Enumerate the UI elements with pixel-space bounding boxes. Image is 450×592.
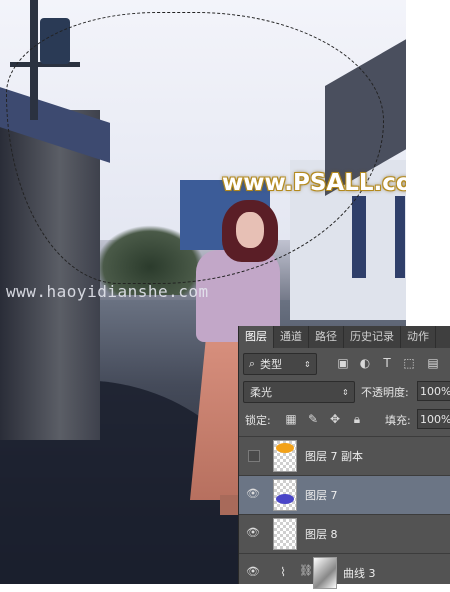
layer-row[interactable]: 图层 7 副本: [239, 436, 450, 475]
layer-thumbnail: [273, 479, 297, 511]
lock-position-icon[interactable]: ✥: [327, 410, 343, 428]
image-filter-icon[interactable]: ▣: [335, 355, 351, 371]
layers-list: 图层 7 副本 👁︎ 图层 7 👁︎ 图层 8 👁︎ ⌇ ⛓︎ 曲线 3: [239, 436, 450, 592]
thumb-fill: [276, 443, 294, 453]
curves-adjustment-icon: ⌇: [280, 565, 286, 579]
visibility-toggle-off[interactable]: [248, 450, 260, 462]
lock-transparency-icon[interactable]: ▦: [283, 410, 299, 428]
house-window: [395, 196, 405, 278]
tab-actions[interactable]: 动作: [401, 326, 436, 348]
thumb-fill: [276, 494, 294, 504]
filter-kind-label: 类型: [260, 358, 282, 371]
layer-row[interactable]: 👁︎ 图层 7: [239, 475, 450, 514]
blend-mode-label: 柔光: [250, 386, 272, 399]
eye-icon[interactable]: 👁︎: [245, 486, 261, 502]
shape-filter-icon[interactable]: ⬚: [401, 355, 417, 371]
layer-row[interactable]: 👁︎ 图层 8: [239, 514, 450, 553]
filter-row: ⌕ 类型 ⇕ ▣ ◐ T ⬚ ▤: [239, 352, 450, 376]
lock-label: 锁定:: [245, 414, 271, 427]
layer-row[interactable]: 👁︎ ⌇ ⛓︎ 曲线 3: [239, 553, 450, 592]
blend-row: 柔光 ⇕ 不透明度: 100%: [239, 380, 450, 404]
site-watermark: www.haoyidianshe.com: [6, 282, 209, 301]
layer-thumbnail: [273, 518, 297, 550]
opacity-input[interactable]: 100%: [417, 381, 450, 401]
eye-icon[interactable]: 👁︎: [245, 564, 261, 580]
fill-label: 填充:: [385, 414, 411, 427]
layer-name: 图层 7 副本: [305, 450, 363, 463]
lock-row: 锁定: ▦ ✎ ✥ 🔒︎ 填充: 100%: [239, 408, 450, 432]
tab-channels[interactable]: 通道: [274, 326, 309, 348]
lock-pixels-icon[interactable]: ✎: [305, 410, 321, 428]
layer-name: 曲线 3: [343, 567, 376, 580]
chevron-updown-icon: ⇕: [304, 359, 311, 369]
fill-input[interactable]: 100%: [417, 409, 450, 429]
opacity-label: 不透明度:: [361, 386, 409, 399]
layer-thumbnail: [273, 440, 297, 472]
layers-panel: 图层 通道 路径 历史记录 动作 ⌕ 类型 ⇕ ▣ ◐ T ⬚ ▤ 柔光 ⇕ 不…: [238, 326, 450, 589]
house-window: [352, 196, 366, 278]
type-filter-icon[interactable]: T: [379, 355, 395, 371]
layer-mask-thumbnail[interactable]: [313, 557, 337, 589]
tab-history[interactable]: 历史记录: [344, 326, 401, 348]
layer-filter-select[interactable]: ⌕ 类型 ⇕: [243, 353, 317, 375]
adjustment-filter-icon[interactable]: ◐: [357, 355, 373, 371]
search-icon: ⌕: [248, 357, 256, 370]
blend-mode-select[interactable]: 柔光 ⇕: [243, 381, 355, 403]
tab-layers[interactable]: 图层: [239, 326, 274, 348]
tab-paths[interactable]: 路径: [309, 326, 344, 348]
link-icon[interactable]: ⛓︎: [299, 564, 313, 577]
eye-icon[interactable]: 👁︎: [245, 525, 261, 541]
layer-name: 图层 7: [305, 489, 338, 502]
lock-all-icon[interactable]: 🔒︎: [349, 410, 365, 428]
watermark-text: www.PSALL.com: [222, 170, 406, 196]
panel-tabs: 图层 通道 路径 历史记录 动作: [239, 326, 450, 348]
chevron-updown-icon: ⇕: [342, 387, 349, 397]
smart-object-filter-icon[interactable]: ▤: [425, 355, 441, 371]
layer-name: 图层 8: [305, 528, 338, 541]
